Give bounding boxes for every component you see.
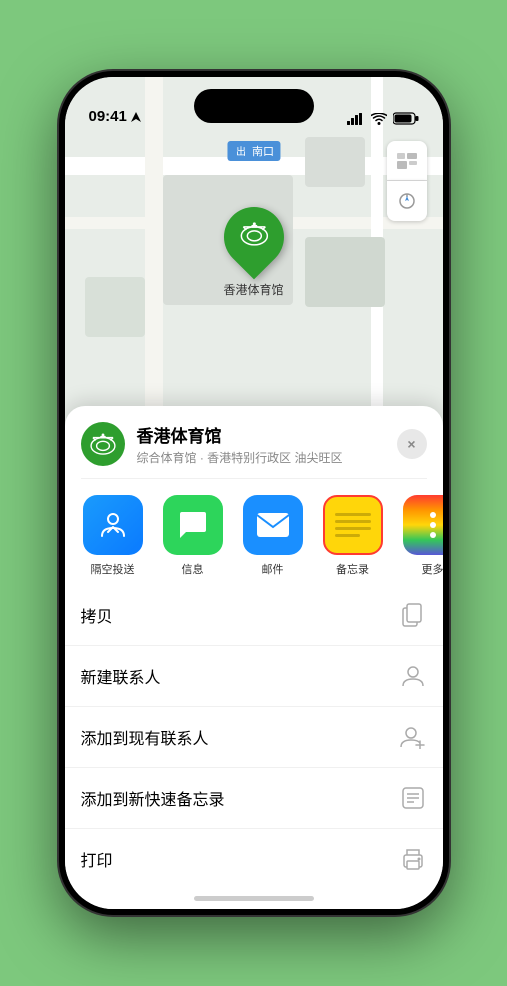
action-row-add-existing[interactable]: 添加到现有联系人 [65, 707, 443, 768]
compass-icon [398, 192, 416, 210]
more-label: 更多 [422, 561, 443, 577]
share-item-more[interactable]: 更多 [393, 495, 443, 577]
mail-label: 邮件 [262, 561, 284, 577]
venue-icon [81, 422, 125, 466]
map-view-icon [397, 153, 417, 169]
map-block2 [305, 237, 385, 307]
map-controls [387, 141, 427, 221]
venue-info: 香港体育馆 综合体育馆 · 香港特别行政区 油尖旺区 [137, 422, 397, 466]
venue-stadium-icon [90, 433, 116, 455]
venue-name: 香港体育馆 [137, 422, 397, 447]
copy-label: 拷贝 [81, 603, 113, 627]
share-item-messages[interactable]: 信息 [153, 495, 233, 577]
quick-note-icon [399, 784, 427, 812]
status-icons [347, 112, 419, 125]
quick-note-label: 添加到新快速备忘录 [81, 786, 225, 810]
phone-screen: 09:41 [65, 77, 443, 909]
battery-icon [393, 112, 419, 125]
bottom-sheet: 香港体育馆 综合体育馆 · 香港特别行政区 油尖旺区 × [65, 406, 443, 909]
mail-icon-bg [243, 495, 303, 555]
print-icon [399, 845, 427, 873]
airdrop-label: 隔空投送 [91, 561, 135, 577]
notes-lines [335, 513, 371, 537]
map-block4 [85, 277, 145, 337]
map-exit-label: 出 南口 [227, 141, 280, 161]
pin-icon [211, 195, 296, 280]
phone-frame: 09:41 [59, 71, 449, 915]
close-button[interactable]: × [397, 429, 427, 459]
map-view-button[interactable] [387, 141, 427, 181]
home-indicator [194, 896, 314, 901]
wifi-icon [371, 113, 387, 125]
new-contact-label: 新建联系人 [81, 664, 161, 688]
new-contact-icon [399, 662, 427, 690]
more-icon-bg [403, 495, 443, 555]
print-icon-svg [401, 848, 425, 870]
airdrop-icon-bg [83, 495, 143, 555]
note-icon [402, 787, 424, 809]
action-row-copy[interactable]: 拷贝 [65, 585, 443, 646]
map-label-text: 南口 [252, 146, 274, 158]
messages-label: 信息 [182, 561, 204, 577]
person-icon [401, 664, 425, 688]
airdrop-icon [96, 508, 130, 542]
share-item-airdrop[interactable]: 隔空投送 [73, 495, 153, 577]
stadium-icon [239, 222, 267, 246]
action-row-quick-note[interactable]: 添加到新快速备忘录 [65, 768, 443, 829]
signal-icon [347, 113, 365, 125]
action-row-print[interactable]: 打印 [65, 829, 443, 889]
print-label: 打印 [81, 847, 113, 871]
dynamic-island [194, 89, 314, 123]
share-item-notes[interactable]: 备忘录 [313, 495, 393, 577]
pin-label: 香港体育馆 [223, 281, 283, 298]
mail-icon [255, 511, 291, 539]
messages-icon-bg [163, 495, 223, 555]
status-time: 09:41 [89, 108, 141, 125]
map-block3 [305, 137, 365, 187]
location-button[interactable] [387, 181, 427, 221]
messages-icon [176, 508, 210, 542]
add-existing-label: 添加到现有联系人 [81, 725, 209, 749]
venue-header: 香港体育馆 综合体育馆 · 香港特别行政区 油尖旺区 × [65, 406, 443, 478]
share-row: 隔空投送 信息 [65, 479, 443, 585]
person-add-icon [400, 725, 426, 749]
location-arrow-icon [131, 112, 141, 122]
pin-inner [239, 222, 267, 253]
action-row-new-contact[interactable]: 新建联系人 [65, 646, 443, 707]
add-existing-icon [399, 723, 427, 751]
notes-icon-bg [323, 495, 383, 555]
venue-subtitle: 综合体育馆 · 香港特别行政区 油尖旺区 [137, 449, 397, 466]
copy-icon [399, 601, 427, 629]
copy-icon-svg [402, 603, 424, 627]
share-item-mail[interactable]: 邮件 [233, 495, 313, 577]
location-pin: 香港体育馆 [223, 207, 283, 298]
time-text: 09:41 [89, 108, 127, 125]
notes-label: 备忘录 [336, 561, 369, 577]
